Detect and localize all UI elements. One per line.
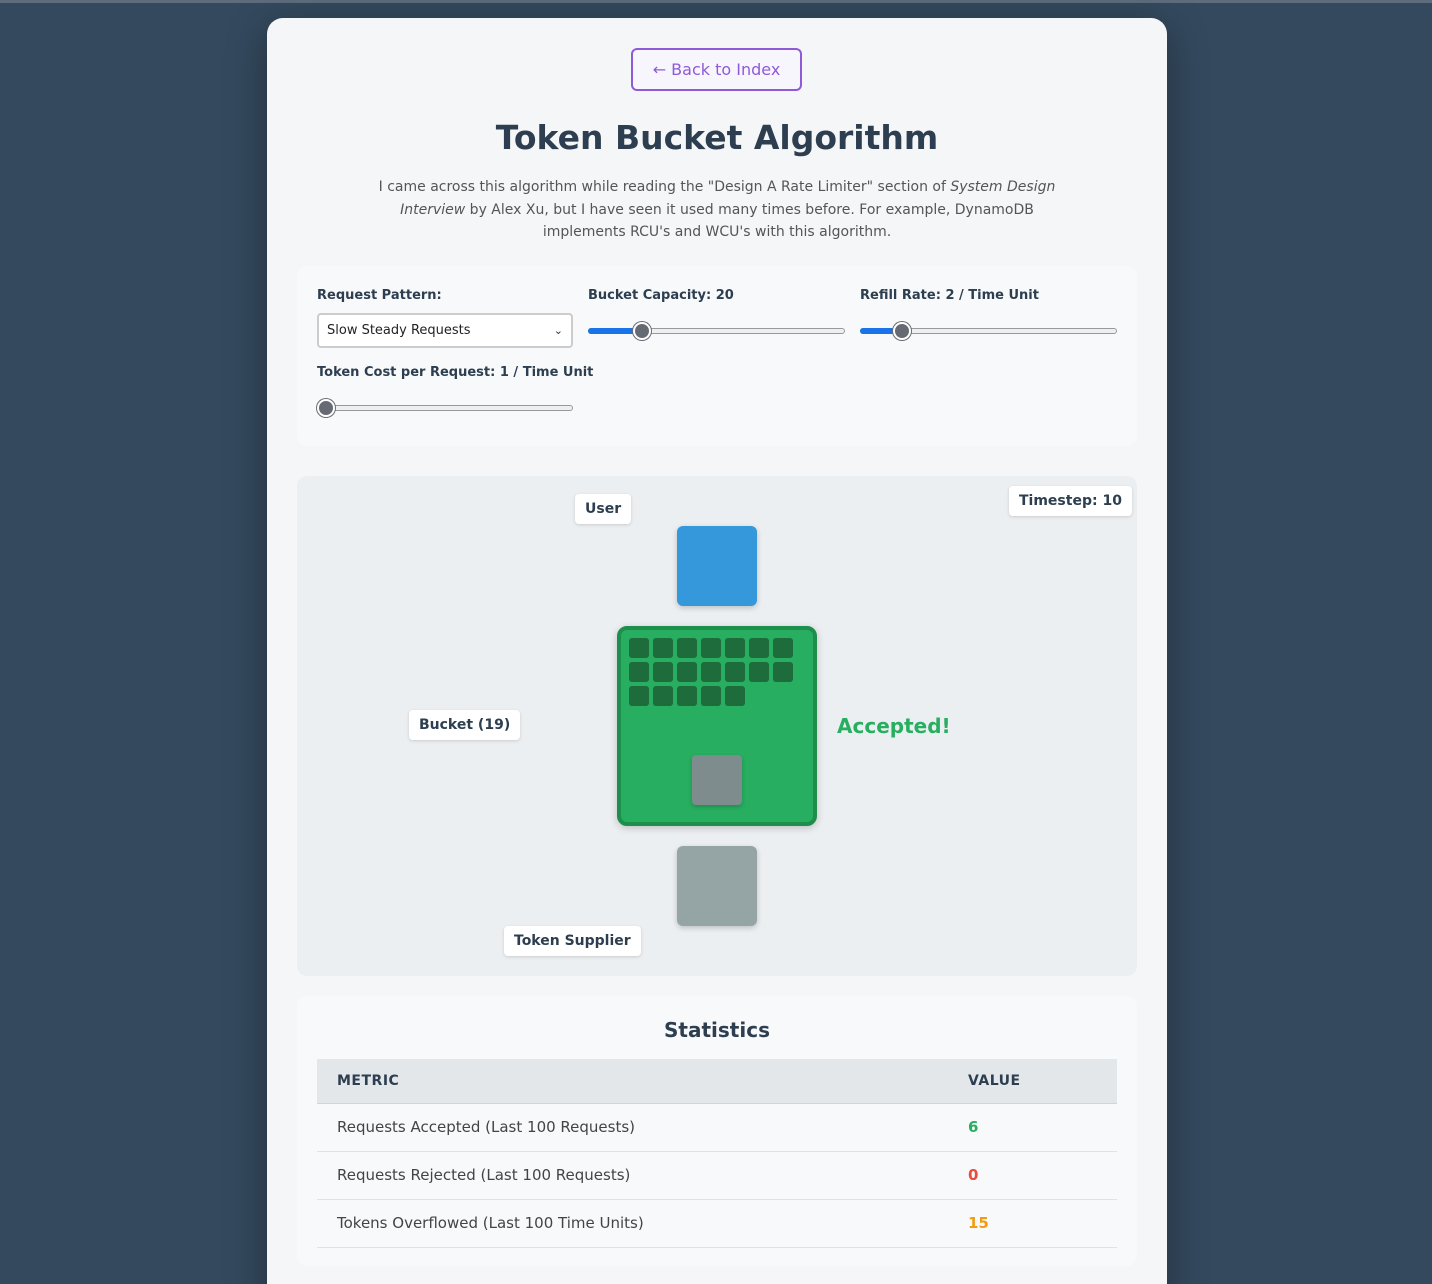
token [653,638,673,658]
token [725,662,745,682]
token [629,638,649,658]
token [773,662,793,682]
request-status: Accepted! [837,714,951,738]
table-row: Requests Rejected (Last 100 Requests) 0 [317,1151,1117,1200]
value-cell: 15 [948,1199,1117,1248]
statistics-table: METRIC VALUE Requests Accepted (Last 100… [317,1059,1117,1248]
slider-thumb[interactable] [893,322,912,340]
token [773,638,793,658]
token-cost-slider[interactable] [317,398,573,418]
metric-cell: Requests Rejected (Last 100 Requests) [317,1151,948,1200]
table-row: Tokens Overflowed (Last 100 Time Units) … [317,1199,1117,1248]
refill-rate-label: Refill Rate: 2 / Time Unit [860,288,1039,303]
back-to-index-button[interactable]: ← Back to Index [631,48,802,91]
request-pattern-select[interactable]: Slow Steady Requests ⌄ [317,313,573,348]
bucket-capacity-label: Bucket Capacity: 20 [588,288,734,303]
bucket-label: Bucket (19) [409,710,521,740]
token [677,686,697,706]
intro-text-after: by Alex Xu, but I have seen it used many… [465,201,1034,241]
token [701,662,721,682]
value-cell: 0 [948,1151,1117,1200]
slider-thumb[interactable] [633,322,652,340]
intro-text: I came across this algorithm while readi… [367,176,1067,244]
token [749,662,769,682]
token-cost-label: Token Cost per Request: 1 / Time Unit [317,365,594,380]
slider-track [317,405,573,411]
slider-thumb[interactable] [317,399,335,417]
visualization-panel: User Timestep: 10 Bucket (19) Accepted! … [297,476,1137,976]
token [677,638,697,658]
request-pattern-label: Request Pattern: [317,288,442,303]
refill-rate-slider[interactable] [860,321,1117,341]
token-bucket [617,626,817,826]
token [701,686,721,706]
token-supplier-box [677,846,757,926]
request-pattern-value: Slow Steady Requests [327,323,471,338]
metric-cell: Tokens Overflowed (Last 100 Time Units) [317,1199,948,1248]
value-cell: 6 [948,1103,1117,1152]
token [629,662,649,682]
metric-cell: Requests Accepted (Last 100 Requests) [317,1103,948,1152]
statistics-title: Statistics [664,1018,770,1042]
token [629,686,649,706]
value-header: VALUE [948,1059,1117,1104]
token [725,638,745,658]
top-edge [0,0,1432,3]
table-row: Requests Accepted (Last 100 Requests) 6 [317,1103,1117,1152]
controls-panel: Request Pattern: Slow Steady Requests ⌄ … [297,266,1137,446]
table-header-row: METRIC VALUE [317,1059,1117,1104]
user-label: User [575,494,632,524]
timestep-badge: Timestep: 10 [1009,486,1132,516]
main-card: ← Back to Index Token Bucket Algorithm I… [267,18,1167,1284]
token [677,662,697,682]
intro-text-before: I came across this algorithm while readi… [378,179,951,195]
chevron-down-icon: ⌄ [553,324,563,337]
request-in-bucket [692,755,742,805]
token [749,638,769,658]
bucket-capacity-slider[interactable] [588,321,845,341]
token [653,662,673,682]
statistics-panel: Statistics METRIC VALUE Requests Accepte… [297,996,1137,1266]
token [725,686,745,706]
user-box [677,526,757,606]
token [701,638,721,658]
token-supplier-label: Token Supplier [504,926,641,956]
page-title: Token Bucket Algorithm [495,118,939,157]
metric-header: METRIC [317,1059,948,1104]
token [653,686,673,706]
